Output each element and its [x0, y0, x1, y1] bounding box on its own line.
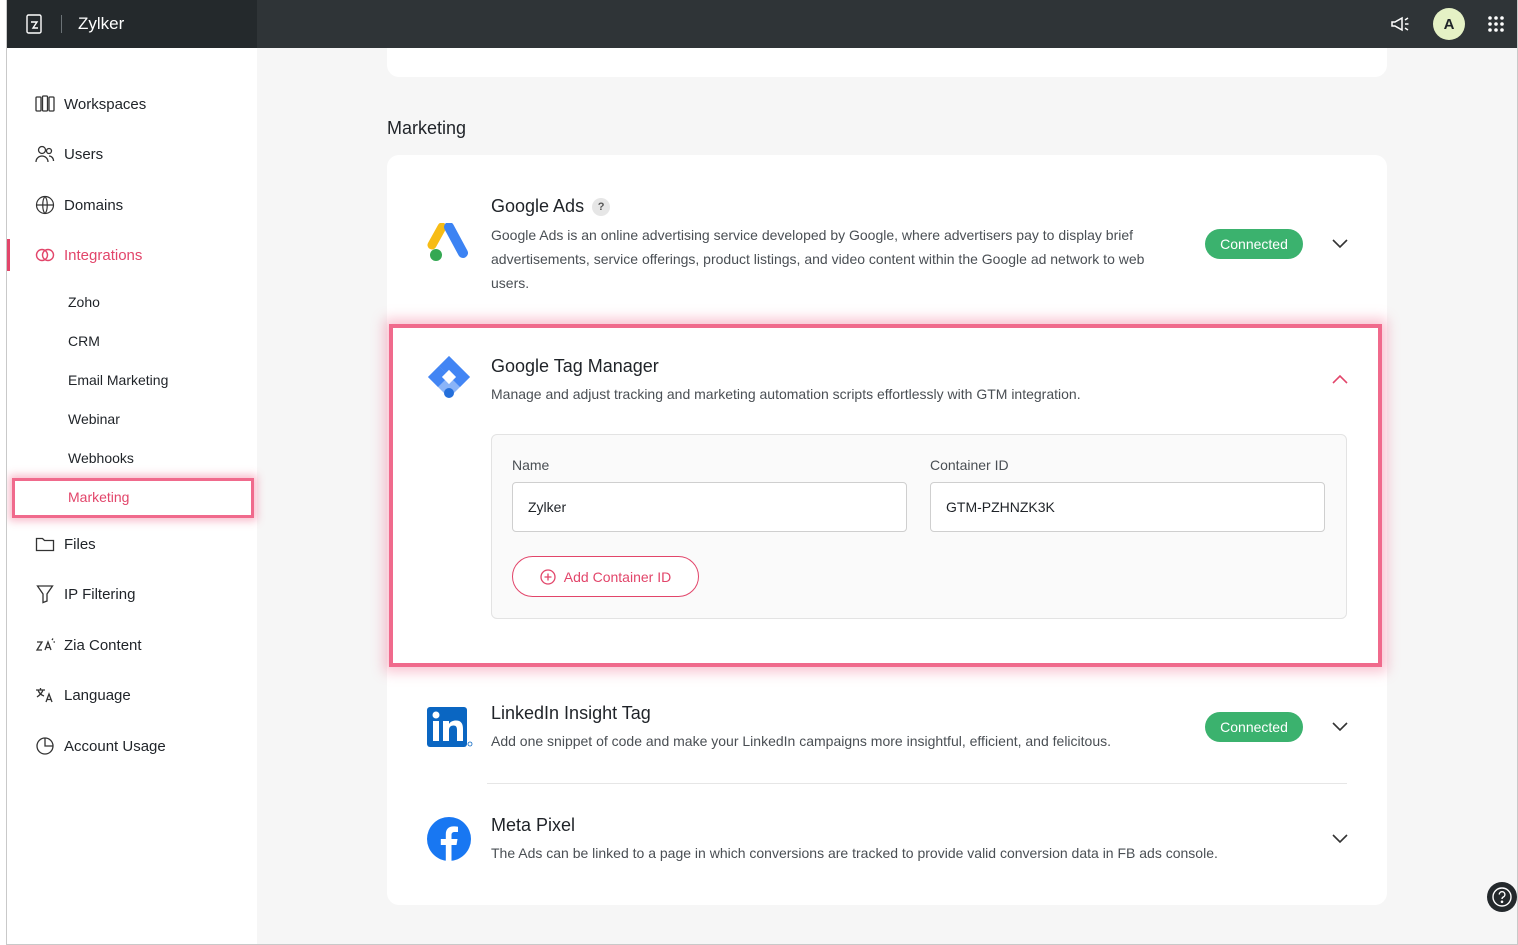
sidebar-item-zia-content[interactable]: Zia Content: [7, 625, 257, 665]
sidebar-item-workspaces[interactable]: Workspaces: [7, 84, 257, 124]
filter-icon: [34, 584, 56, 604]
sidebar-item-label: Integrations: [64, 246, 143, 264]
sidebar-item-label: Zia Content: [64, 636, 142, 654]
users-icon: [34, 145, 56, 163]
sidebar-item-users[interactable]: Users: [7, 134, 257, 174]
app-grid-icon[interactable]: [1487, 15, 1505, 33]
add-container-id-label: Add Container ID: [563, 568, 672, 585]
sidebar-item-ip-filtering[interactable]: IP Filtering: [7, 574, 257, 614]
sidebar-subitem-email-marketing[interactable]: Email Marketing: [68, 368, 168, 392]
facebook-logo-icon: [425, 815, 473, 863]
name-label: Name: [512, 457, 550, 473]
google-ads-title: Google Ads: [491, 196, 585, 216]
main-content: Marketing Google Ads ? Google Ads is an …: [257, 48, 1517, 944]
pie-chart-icon: [34, 736, 56, 756]
help-question-icon[interactable]: [1487, 882, 1517, 912]
status-badge: Connected: [1205, 712, 1303, 742]
marketing-highlight: [12, 478, 254, 518]
name-input[interactable]: [512, 482, 907, 532]
linkedin-description: Add one snippet of code and make your Li…: [491, 733, 1112, 749]
linkedin-title: LinkedIn Insight Tag: [491, 703, 651, 723]
status-badge: Connected: [1205, 229, 1303, 259]
gtm-container-form: Name Container ID Add Container ID: [491, 434, 1347, 619]
sidebar-item-label: Domains: [64, 196, 124, 214]
container-id-label: Container ID: [930, 457, 1009, 473]
plus-circle-icon: [540, 568, 556, 585]
workspaces-icon: [34, 95, 56, 113]
row-divider: [487, 783, 1347, 784]
chevron-up-icon[interactable]: [1330, 369, 1350, 389]
chevron-down-icon[interactable]: [1330, 829, 1350, 849]
container-id-input[interactable]: [930, 482, 1325, 532]
brand-divider: [61, 15, 62, 33]
sidebar-item-label: Language: [64, 686, 131, 704]
add-container-id-button[interactable]: Add Container ID: [512, 556, 699, 597]
gtm-description: Manage and adjust tracking and marketing…: [491, 386, 1081, 402]
google-ads-logo-icon: [425, 219, 473, 267]
brand-name[interactable]: Zylker: [78, 14, 124, 34]
sidebar-item-files[interactable]: Files: [7, 524, 257, 564]
google-ads-description: Google Ads is an online advertising serv…: [491, 227, 1145, 291]
sidebar-item-label: IP Filtering: [64, 585, 136, 603]
announcement-icon[interactable]: [1389, 14, 1411, 34]
sidebar-subitem-webinar[interactable]: Webinar: [68, 407, 120, 431]
chevron-down-icon[interactable]: [1330, 717, 1350, 737]
chevron-down-icon[interactable]: [1330, 234, 1350, 254]
sidebar-item-label: Users: [64, 145, 104, 163]
integrations-icon: [34, 248, 56, 262]
gtm-title: Google Tag Manager: [491, 356, 659, 376]
google-tag-manager-logo-icon: [425, 353, 473, 401]
user-avatar[interactable]: A: [1433, 8, 1465, 40]
section-title: Marketing: [387, 118, 467, 138]
sidebar-item-label: Files: [64, 535, 96, 553]
sidebar-item-label: Account Usage: [64, 737, 166, 755]
gtm-expanded-panel: Google Tag Manager Manage and adjust tra…: [389, 324, 1382, 667]
sidebar-item-domains[interactable]: Domains: [7, 185, 257, 225]
sidebar-item-label: Workspaces: [64, 95, 147, 113]
sidebar: Workspaces Users Domains Integrations Zo…: [7, 48, 257, 944]
translate-icon: [34, 687, 56, 703]
integration-title: Google Ads ?: [491, 196, 611, 217]
sidebar-item-language[interactable]: Language: [7, 675, 257, 715]
sidebar-subitem-zoho[interactable]: Zoho: [68, 290, 100, 314]
app-logo-icon[interactable]: [23, 12, 47, 36]
help-icon[interactable]: ?: [592, 197, 611, 216]
marketing-integrations-card: Google Ads ? Google Ads is an online adv…: [387, 155, 1387, 905]
globe-www-icon: [34, 195, 56, 215]
brand-area: Zylker: [7, 0, 257, 48]
linkedin-logo-icon: [425, 703, 473, 751]
sidebar-item-integrations[interactable]: Integrations: [7, 235, 257, 275]
top-bar-actions: A: [1389, 0, 1505, 48]
meta-pixel-description: The Ads can be linked to a page in which…: [491, 845, 1218, 861]
meta-pixel-title: Meta Pixel: [491, 815, 576, 835]
sidebar-subitem-marketing[interactable]: Marketing: [68, 485, 129, 509]
previous-card: [387, 48, 1387, 77]
app-window: Zylker A Workspaces Users Domains Integr…: [6, 0, 1518, 945]
sidebar-subitem-crm[interactable]: CRM: [68, 329, 100, 353]
zia-content-icon: [34, 637, 56, 653]
sidebar-item-account-usage[interactable]: Account Usage: [7, 726, 257, 766]
folder-icon: [34, 536, 56, 552]
top-bar: Zylker A: [7, 0, 1517, 48]
sidebar-subitem-webhooks[interactable]: Webhooks: [68, 446, 134, 470]
